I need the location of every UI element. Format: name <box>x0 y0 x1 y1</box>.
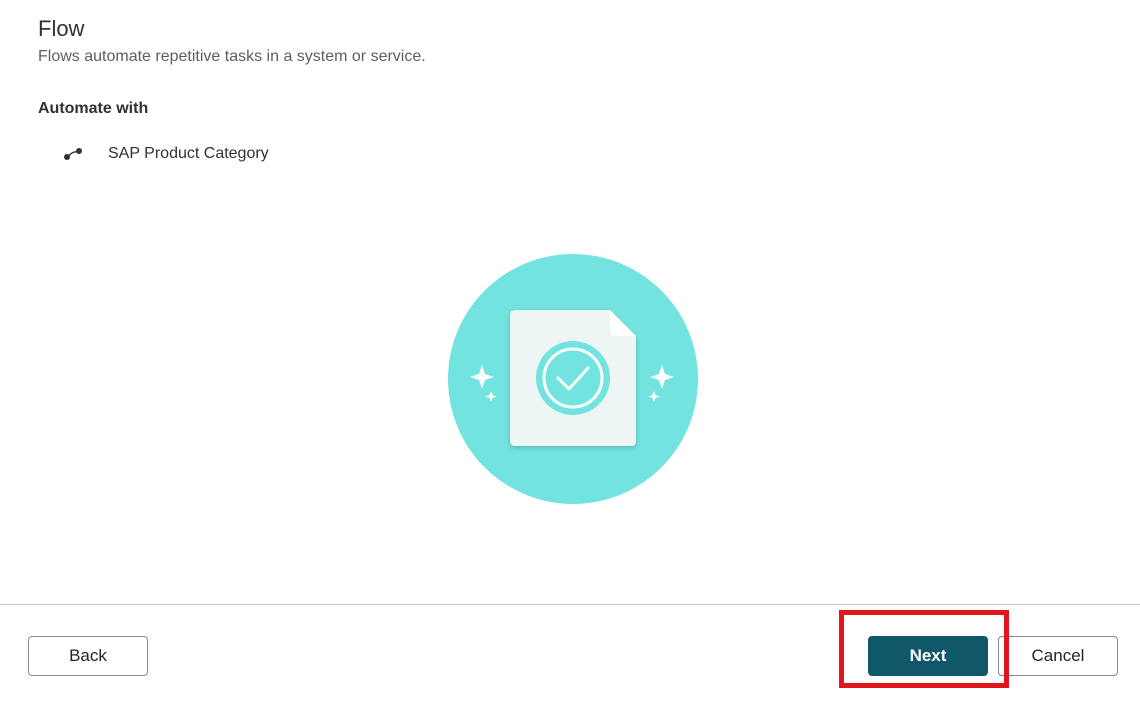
flow-wizard-page: Flow Flows automate repetitive tasks in … <box>0 0 1140 702</box>
cancel-button[interactable]: Cancel <box>998 636 1118 676</box>
next-button[interactable]: Next <box>868 636 988 676</box>
automate-with-label: Automate with <box>38 100 149 117</box>
connector-icon <box>60 142 86 166</box>
page-title: Flow <box>38 16 85 41</box>
footer-divider <box>0 604 1140 605</box>
automate-item-label: SAP Product Category <box>108 145 269 162</box>
automate-item-sap-product-category: SAP Product Category <box>60 142 269 166</box>
back-button[interactable]: Back <box>28 636 148 676</box>
document-checkmark-illustration <box>447 253 699 505</box>
page-subtitle: Flows automate repetitive tasks in a sys… <box>38 48 426 65</box>
